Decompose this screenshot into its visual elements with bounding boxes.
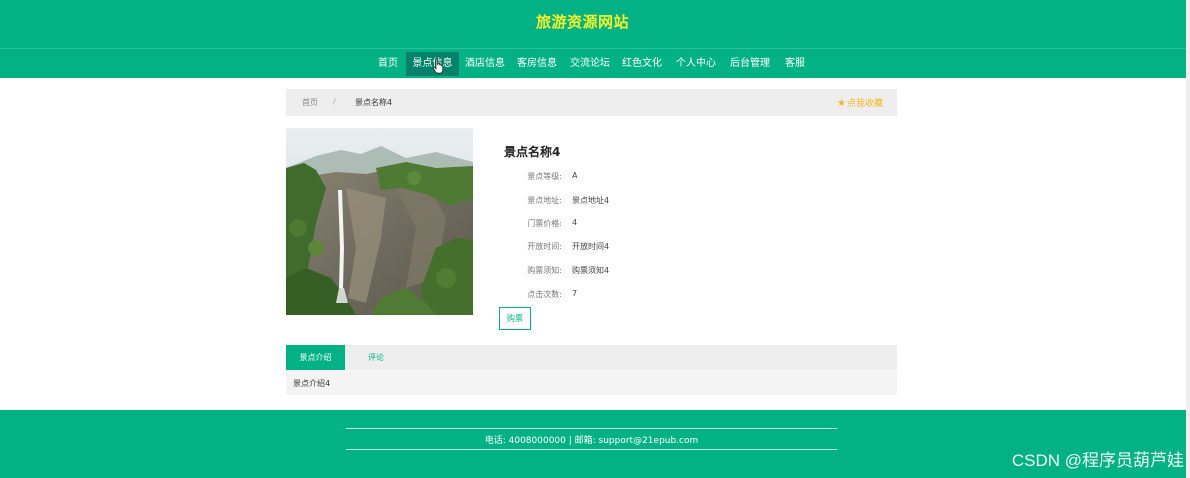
breadcrumb-current: 景点名称4 bbox=[355, 98, 393, 107]
footer-contact: 电话: 4008000000 | 邮箱: support@21epub.com bbox=[484, 436, 699, 446]
info-value: A bbox=[572, 171, 578, 180]
info-label: 购票须知: bbox=[527, 266, 562, 275]
footer-divider-bottom bbox=[346, 449, 837, 450]
tab-introduction[interactable]: 景点介绍 bbox=[286, 345, 345, 370]
nav-item-admin[interactable]: 后台管理 bbox=[726, 52, 774, 76]
footer-divider-top bbox=[346, 428, 837, 429]
nav-item-hotels[interactable]: 酒店信息 bbox=[461, 52, 509, 76]
buy-ticket-button[interactable]: 购票 bbox=[499, 307, 531, 330]
tab-content: 景点介绍4 bbox=[286, 370, 897, 395]
site-header: 旅游资源网站 首页 景点信息 酒店信息 客房信息 交流论坛 红色文化 个人中心 … bbox=[0, 0, 1190, 78]
nav-item-service[interactable]: 客服 bbox=[780, 52, 810, 76]
nav-item-rooms[interactable]: 客房信息 bbox=[513, 52, 561, 76]
site-title: 旅游资源网站 bbox=[535, 13, 629, 31]
favorite-button[interactable]: ★点我收藏 bbox=[837, 96, 883, 109]
introduction-text: 景点介绍4 bbox=[293, 379, 331, 388]
info-label: 门票价格: bbox=[527, 219, 562, 228]
page-edge bbox=[1186, 0, 1190, 478]
info-value: 4 bbox=[572, 218, 578, 227]
main-nav: 首页 景点信息 酒店信息 客房信息 交流论坛 红色文化 个人中心 后台管理 客服 bbox=[0, 52, 1190, 76]
info-value: 开放时间4 bbox=[572, 242, 610, 251]
attraction-title: 景点名称4 bbox=[504, 145, 561, 159]
info-label: 点击次数: bbox=[527, 290, 562, 299]
breadcrumb-separator: / bbox=[333, 97, 336, 106]
nav-item-home[interactable]: 首页 bbox=[372, 52, 404, 76]
info-label: 开放时间: bbox=[527, 242, 562, 251]
attraction-photo bbox=[286, 128, 473, 315]
info-label: 景点地址: bbox=[527, 196, 562, 205]
header-divider bbox=[0, 48, 1190, 49]
nav-item-forum[interactable]: 交流论坛 bbox=[566, 52, 614, 76]
tab-comments[interactable]: 评论 bbox=[355, 345, 397, 370]
favorite-label: 点我收藏 bbox=[846, 99, 883, 109]
watermark: CSDN @程序员葫芦娃 bbox=[1011, 451, 1184, 470]
star-icon: ★ bbox=[837, 98, 846, 109]
breadcrumb: 首页 / 景点名称4 ★点我收藏 bbox=[286, 89, 897, 116]
info-value: 购票须知4 bbox=[572, 266, 610, 275]
nav-item-user-center[interactable]: 个人中心 bbox=[672, 52, 720, 76]
info-label: 景点等级: bbox=[527, 172, 562, 181]
info-value: 景点地址4 bbox=[572, 196, 610, 205]
info-value: 7 bbox=[572, 289, 578, 298]
detail-tabs: 景点介绍 评论 bbox=[286, 345, 897, 370]
nav-item-red-culture[interactable]: 红色文化 bbox=[618, 52, 666, 76]
breadcrumb-home-link[interactable]: 首页 bbox=[302, 97, 318, 108]
hand-cursor-icon bbox=[432, 58, 444, 74]
